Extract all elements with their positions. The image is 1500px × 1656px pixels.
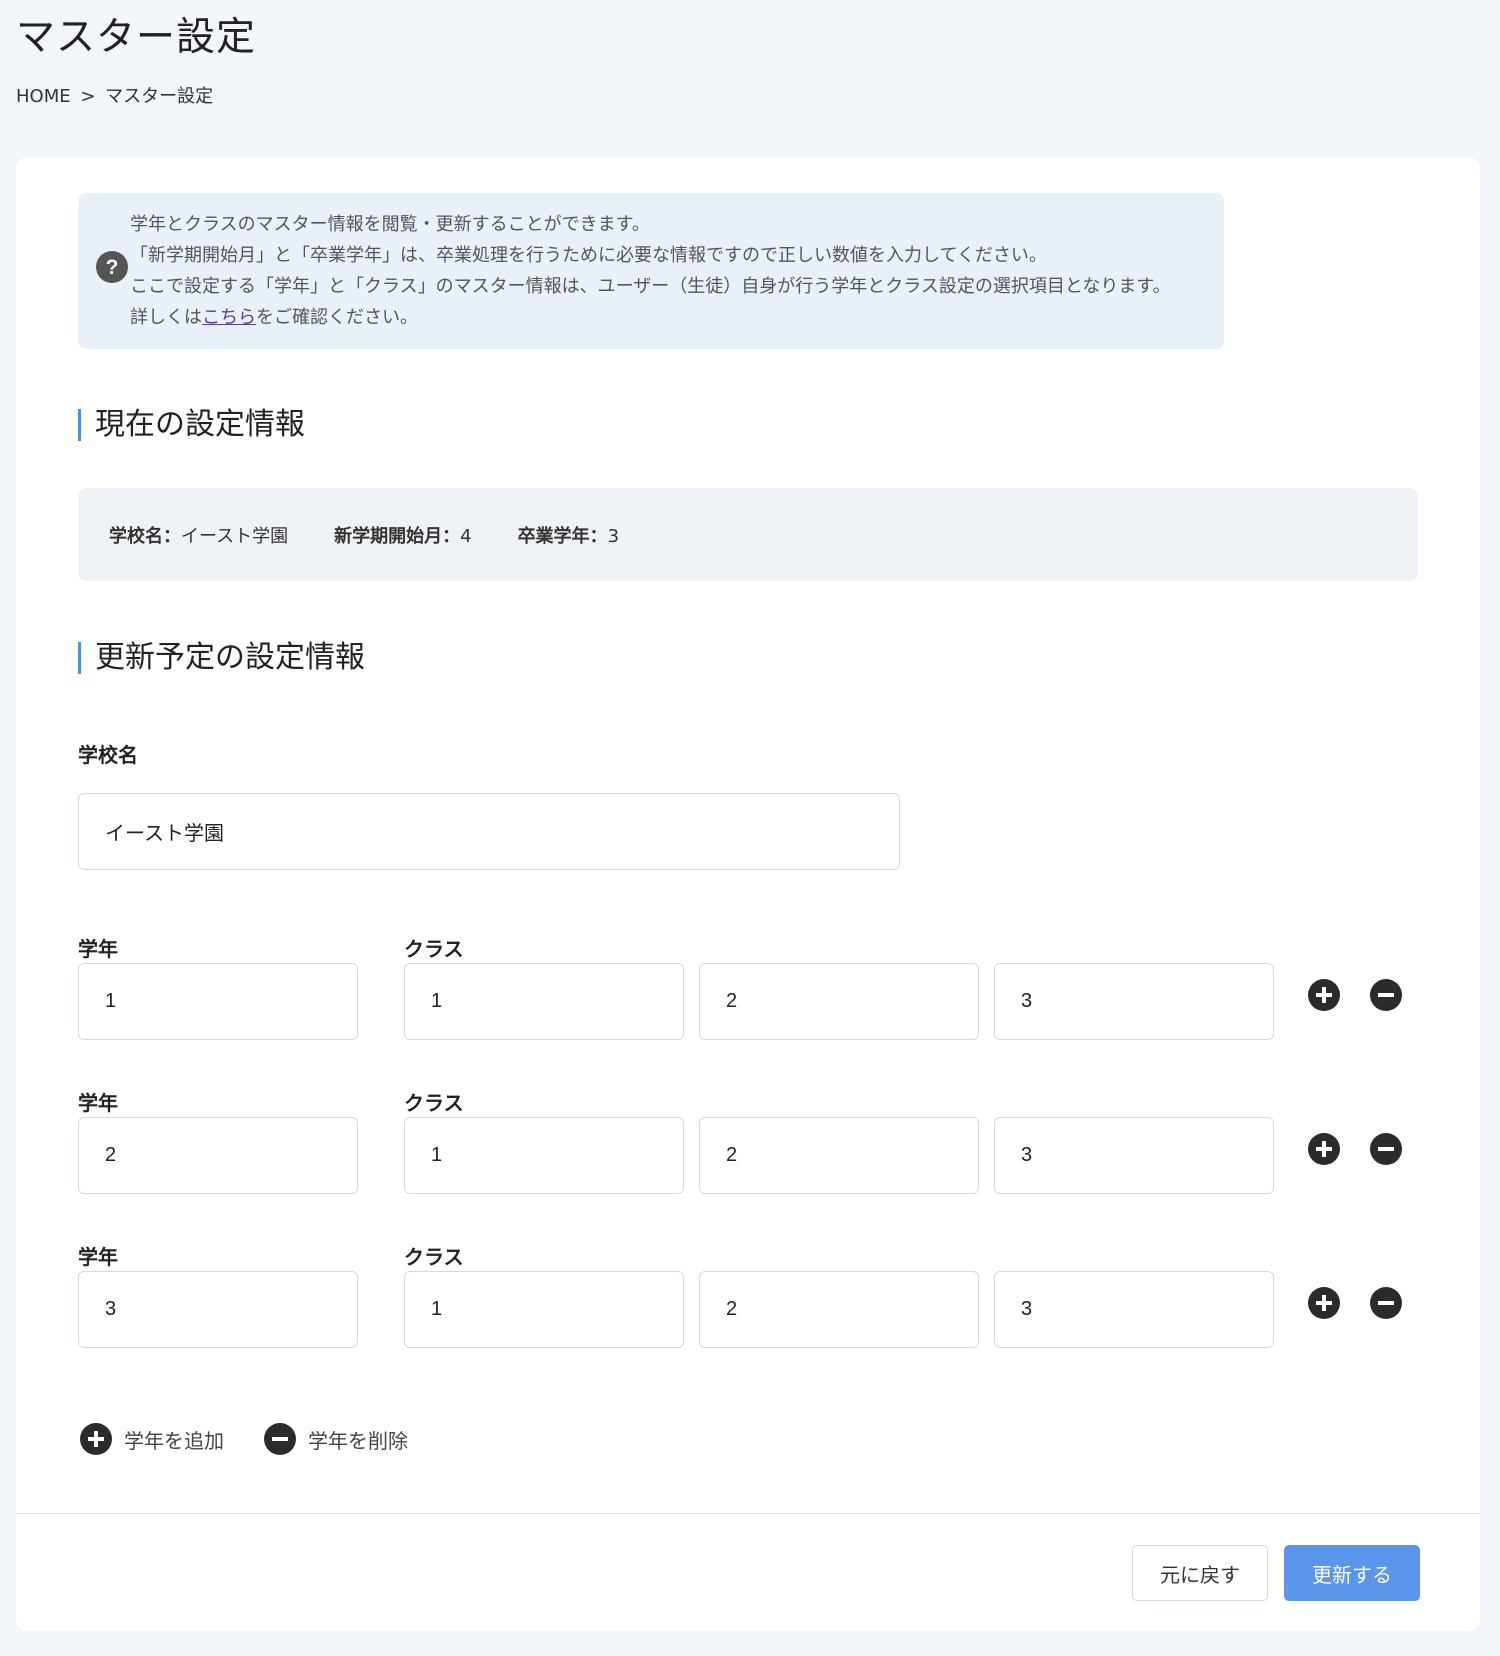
- current-grad-grade-value: 3: [607, 525, 620, 547]
- school-name-input[interactable]: [78, 793, 900, 870]
- remove-grade-label: 学年を削除: [308, 1428, 408, 1453]
- class-input[interactable]: [404, 1271, 684, 1348]
- main-card: ? 学年とクラスのマスター情報を閲覧・更新することができます。 「新学期開始月」…: [16, 157, 1480, 1631]
- breadcrumb: HOME > マスター設定: [16, 82, 213, 108]
- class-label: クラス: [404, 937, 464, 961]
- class-input[interactable]: [699, 963, 979, 1040]
- class-input[interactable]: [699, 1117, 979, 1194]
- remove-class-icon[interactable]: [1370, 1287, 1402, 1319]
- remove-class-icon[interactable]: [1370, 1133, 1402, 1165]
- info-box: ? 学年とクラスのマスター情報を閲覧・更新することができます。 「新学期開始月」…: [78, 193, 1224, 349]
- plus-circle-icon: [80, 1423, 112, 1455]
- update-settings-heading: 更新予定の設定情報: [78, 642, 365, 674]
- reset-button[interactable]: 元に戻す: [1132, 1545, 1268, 1601]
- info-line-2: 「新学期開始月」と「卒業学年」は、卒業処理を行うために必要な情報ですので正しい数…: [130, 245, 1047, 266]
- footer-divider: [16, 1513, 1480, 1514]
- info-line-1: 学年とクラスのマスター情報を閲覧・更新することができます。: [130, 214, 650, 235]
- current-settings-heading: 現在の設定情報: [78, 409, 305, 441]
- question-circle-icon: ?: [96, 251, 128, 283]
- info-line-4-prefix: 詳しくは: [130, 307, 202, 328]
- class-label: クラス: [404, 1091, 464, 1115]
- grade-label: 学年: [78, 1091, 118, 1115]
- current-start-month: 新学期開始月：4: [334, 522, 471, 548]
- current-grad-grade-label: 卒業学年：: [517, 525, 608, 547]
- class-input[interactable]: [404, 963, 684, 1040]
- current-school-value: イースト学園: [181, 525, 289, 547]
- grade-input[interactable]: [78, 1117, 358, 1194]
- grade-input[interactable]: [78, 1271, 358, 1348]
- add-class-icon[interactable]: [1308, 1133, 1340, 1165]
- add-class-icon[interactable]: [1308, 979, 1340, 1011]
- current-school-label: 学校名：: [109, 525, 181, 547]
- current-grad-grade: 卒業学年：3: [518, 522, 619, 548]
- class-input[interactable]: [404, 1117, 684, 1194]
- add-class-icon[interactable]: [1308, 1287, 1340, 1319]
- current-settings-box: 学校名：イースト学園 新学期開始月：4 卒業学年：3: [78, 488, 1418, 581]
- grade-label: 学年: [78, 937, 118, 961]
- remove-class-icon[interactable]: [1370, 979, 1402, 1011]
- current-school: 学校名：イースト学園: [109, 522, 288, 548]
- add-grade-button[interactable]: 学年を追加: [80, 1423, 224, 1455]
- info-line-3: ここで設定する「学年」と「クラス」のマスター情報は、ユーザー（生徒）自身が行う学…: [130, 276, 1171, 297]
- class-input[interactable]: [994, 963, 1274, 1040]
- remove-grade-button[interactable]: 学年を削除: [264, 1423, 408, 1455]
- school-name-label: 学校名: [78, 743, 138, 767]
- class-input[interactable]: [699, 1271, 979, 1348]
- breadcrumb-current: マスター設定: [105, 86, 214, 107]
- add-grade-label: 学年を追加: [124, 1428, 224, 1453]
- svg-text:?: ?: [106, 256, 119, 279]
- minus-circle-icon: [264, 1423, 296, 1455]
- current-start-month-value: 4: [460, 525, 472, 547]
- grade-input[interactable]: [78, 963, 358, 1040]
- breadcrumb-separator: >: [80, 86, 96, 107]
- breadcrumb-home-link[interactable]: HOME: [16, 86, 71, 107]
- class-input[interactable]: [994, 1271, 1274, 1348]
- info-line-4: 詳しくはこちらをご確認ください。: [130, 302, 1171, 333]
- info-link[interactable]: こちら: [202, 307, 256, 328]
- current-start-month-label: 新学期開始月：: [334, 525, 461, 547]
- info-line-4-suffix: をご確認ください。: [256, 307, 418, 328]
- class-label: クラス: [404, 1245, 464, 1269]
- grade-label: 学年: [78, 1245, 118, 1269]
- update-button[interactable]: 更新する: [1284, 1545, 1420, 1601]
- class-input[interactable]: [994, 1117, 1274, 1194]
- page-title: マスター設定: [16, 15, 257, 60]
